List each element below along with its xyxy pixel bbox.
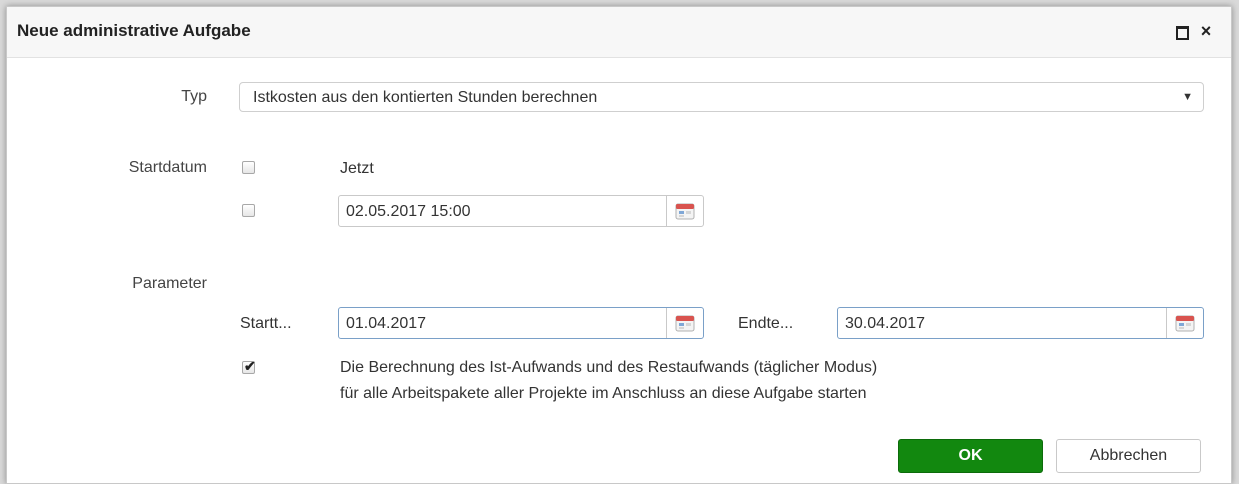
end-date-field[interactable]: 30.04.2017: [837, 307, 1204, 339]
calendar-icon: [1175, 315, 1195, 332]
new-admin-task-dialog: Neue administrative Aufgabe × Typ Istkos…: [6, 6, 1232, 484]
start-date-field[interactable]: 01.04.2017: [338, 307, 704, 339]
maximize-icon[interactable]: [1173, 22, 1191, 40]
checkmark-icon: ✔: [244, 358, 256, 374]
end-label: Endte...: [738, 315, 794, 332]
typ-label: Typ: [181, 88, 207, 105]
parameter-label: Parameter: [132, 275, 207, 292]
start-label: Startt...: [240, 315, 292, 332]
start-date-checkbox[interactable]: [242, 204, 255, 217]
end-date-value: 30.04.2017: [845, 315, 926, 332]
start-date-value: 01.04.2017: [346, 315, 427, 332]
start-datetime-value: 02.05.2017 15:00: [346, 203, 471, 220]
close-icon[interactable]: ×: [1197, 22, 1215, 40]
dialog-title: Neue administrative Aufgabe: [17, 21, 251, 40]
calculation-text-line2: für alle Arbeitspakete aller Projekte im…: [340, 385, 867, 402]
typ-select[interactable]: Istkosten aus den kontierten Stunden ber…: [239, 82, 1204, 112]
now-checkbox[interactable]: [242, 161, 255, 174]
calendar-icon: [675, 203, 695, 220]
calendar-icon: [675, 315, 695, 332]
startdatum-label: Startdatum: [128, 159, 207, 176]
calendar-button[interactable]: [1166, 308, 1203, 338]
calendar-button[interactable]: [666, 196, 703, 226]
start-datetime-field[interactable]: 02.05.2017 15:00: [338, 195, 704, 227]
calendar-button[interactable]: [666, 308, 703, 338]
calculation-checkbox[interactable]: ✔: [242, 358, 256, 374]
cancel-button[interactable]: Abbrechen: [1056, 439, 1201, 473]
chevron-down-icon: ▼: [1182, 91, 1193, 103]
typ-selected-value: Istkosten aus den kontierten Stunden ber…: [253, 89, 598, 106]
dialog-titlebar: Neue administrative Aufgabe ×: [7, 7, 1231, 58]
ok-button[interactable]: OK: [898, 439, 1043, 473]
calculation-text-line1: Die Berechnung des Ist-Aufwands und des …: [340, 359, 878, 376]
now-label: Jetzt: [340, 160, 374, 177]
